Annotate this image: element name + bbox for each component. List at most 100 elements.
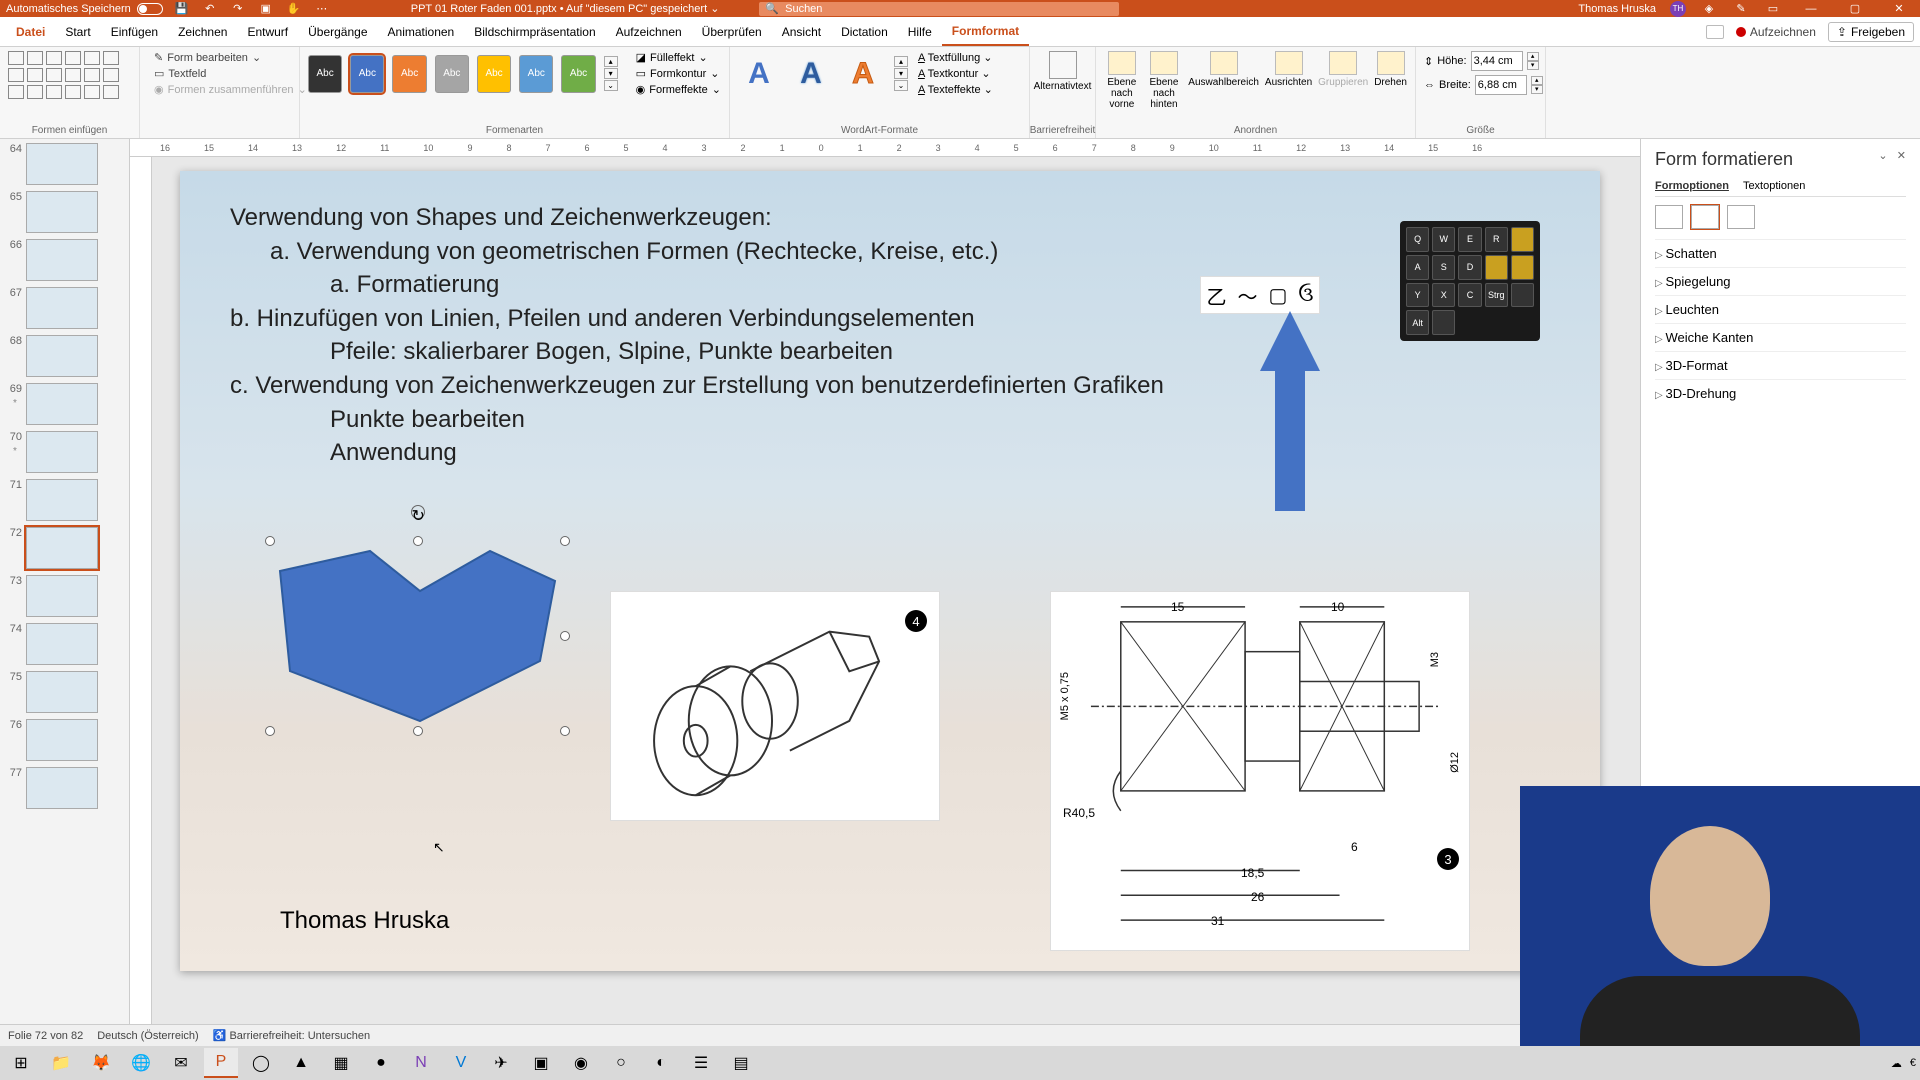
- tray-more[interactable]: €: [1910, 1057, 1916, 1069]
- user-avatar[interactable]: TH: [1670, 1, 1686, 17]
- telegram-icon[interactable]: ✈: [484, 1048, 518, 1078]
- user-name[interactable]: Thomas Hruska: [1578, 3, 1656, 15]
- search-box[interactable]: 🔍 Suchen: [759, 2, 1119, 16]
- tab-draw[interactable]: Zeichnen: [168, 17, 237, 46]
- diamond-icon[interactable]: ◈: [1700, 1, 1718, 17]
- resize-handle-tm[interactable]: [413, 536, 423, 546]
- vlc-icon[interactable]: ▲: [284, 1048, 318, 1078]
- resize-handle-bl[interactable]: [265, 726, 275, 736]
- arrow-shape[interactable]: [1260, 311, 1320, 511]
- align-button[interactable]: Ausrichten: [1265, 51, 1312, 110]
- tab-review[interactable]: Überprüfen: [692, 17, 772, 46]
- accessibility-status[interactable]: ♿ Barrierefreiheit: Untersuchen: [213, 1029, 370, 1042]
- slide-canvas[interactable]: Verwendung von Shapes und Zeichenwerkzeu…: [180, 171, 1600, 971]
- tab-design[interactable]: Entwurf: [237, 17, 298, 46]
- maximize-button[interactable]: ▢: [1840, 2, 1870, 15]
- share-button[interactable]: ⇪Freigeben: [1828, 22, 1914, 42]
- tab-transitions[interactable]: Übergänge: [298, 17, 377, 46]
- tab-start[interactable]: Start: [55, 17, 100, 46]
- pane-section[interactable]: Schatten: [1655, 239, 1906, 267]
- save-icon[interactable]: 💾: [173, 1, 191, 17]
- slide-counter[interactable]: Folie 72 von 82: [8, 1030, 83, 1042]
- app-icon[interactable]: ▤: [724, 1048, 758, 1078]
- slide-thumbnail[interactable]: [26, 191, 98, 233]
- style-preset-3[interactable]: Abc: [392, 55, 426, 93]
- tab-record[interactable]: Aufzeichnen: [606, 17, 692, 46]
- slide-thumbnails[interactable]: 6465666768697071727374757677: [0, 139, 130, 1039]
- tab-animations[interactable]: Animationen: [378, 17, 465, 46]
- slide-thumbnail[interactable]: [26, 335, 98, 377]
- pane-section[interactable]: 3D-Drehung: [1655, 379, 1906, 407]
- rotate-handle[interactable]: [411, 505, 425, 519]
- system-tray[interactable]: ☁ €: [1891, 1057, 1916, 1070]
- onenote-icon[interactable]: N: [404, 1048, 438, 1078]
- shape-effects-button[interactable]: ◉ Formeffekte ⌄: [636, 83, 721, 96]
- window-icon[interactable]: ▭: [1764, 1, 1782, 17]
- powerpoint-icon[interactable]: P: [204, 1048, 238, 1078]
- pane-section[interactable]: Weiche Kanten: [1655, 323, 1906, 351]
- resize-handle-bm[interactable]: [413, 726, 423, 736]
- slide-thumbnail[interactable]: [26, 575, 98, 617]
- slide-thumbnail[interactable]: [26, 671, 98, 713]
- app-icon[interactable]: ◐: [644, 1048, 678, 1078]
- tab-view[interactable]: Ansicht: [772, 17, 831, 46]
- style-preset-1[interactable]: Abc: [308, 55, 342, 93]
- wordart-preset-2[interactable]: A: [790, 54, 832, 94]
- explorer-icon[interactable]: 📁: [44, 1048, 78, 1078]
- tab-insert[interactable]: Einfügen: [101, 17, 168, 46]
- rotate-button[interactable]: Drehen: [1374, 51, 1407, 110]
- pane-tab-text[interactable]: Textoptionen: [1743, 180, 1805, 192]
- slide-thumbnail[interactable]: [26, 287, 98, 329]
- selected-freeform-shape[interactable]: [270, 541, 565, 731]
- qat-more-icon[interactable]: ⋯: [313, 1, 331, 17]
- autosave-toggle[interactable]: Automatisches Speichern: [6, 3, 163, 15]
- textbox-button[interactable]: ▭ Textfeld: [154, 67, 291, 80]
- slide-thumbnail[interactable]: [26, 383, 98, 425]
- slide-thumbnail[interactable]: [26, 767, 98, 809]
- edit-shape-button[interactable]: ✎ Form bearbeiten ⌄: [154, 51, 291, 64]
- tab-shapeformat[interactable]: Formformat: [942, 17, 1029, 46]
- app-icon[interactable]: V: [444, 1048, 478, 1078]
- style-scroll[interactable]: ▴▾⌄: [604, 56, 618, 91]
- shape-outline-button[interactable]: ▭ Formkontur ⌄: [636, 67, 721, 80]
- send-backward-button[interactable]: Ebene nach hinten: [1146, 51, 1183, 110]
- style-preset-6[interactable]: Abc: [519, 55, 553, 93]
- app-icon[interactable]: ▦: [324, 1048, 358, 1078]
- selection-pane-button[interactable]: Auswahlbereich: [1188, 51, 1259, 110]
- touch-icon[interactable]: ✋: [285, 1, 303, 17]
- wordart-scroll[interactable]: ▴▾⌄: [894, 56, 908, 91]
- slide-thumbnail[interactable]: [26, 623, 98, 665]
- slide-thumbnail[interactable]: [26, 143, 98, 185]
- width-spinner[interactable]: ▴▾: [1531, 76, 1543, 94]
- height-spinner[interactable]: ▴▾: [1527, 52, 1539, 70]
- app-icon[interactable]: ◉: [564, 1048, 598, 1078]
- pane-close-button[interactable]: ⌄ ✕: [1878, 149, 1906, 162]
- start-button[interactable]: ⊞: [4, 1048, 38, 1078]
- wordart-preset-1[interactable]: A: [738, 54, 780, 94]
- app-icon[interactable]: ☰: [684, 1048, 718, 1078]
- technical-drawing-ortho[interactable]: 3 15 10 M5 x 0,75 R40,5 18,5 26 31 6 M3 …: [1050, 591, 1470, 951]
- slide-thumbnail[interactable]: [26, 527, 98, 569]
- app-icon[interactable]: ●: [364, 1048, 398, 1078]
- bring-forward-button[interactable]: Ebene nach vorne: [1104, 51, 1140, 110]
- style-preset-4[interactable]: Abc: [435, 55, 469, 93]
- outlook-icon[interactable]: ✉: [164, 1048, 198, 1078]
- minimize-button[interactable]: —: [1796, 3, 1826, 15]
- alt-text-button[interactable]: Alternativtext: [1034, 51, 1092, 92]
- slide-thumbnail[interactable]: [26, 239, 98, 281]
- tab-file[interactable]: Datei: [6, 17, 55, 46]
- style-preset-5[interactable]: Abc: [477, 55, 511, 93]
- size-props-icon[interactable]: [1727, 205, 1755, 229]
- technical-drawing-iso[interactable]: 4: [610, 591, 940, 821]
- pane-section[interactable]: 3D-Format: [1655, 351, 1906, 379]
- height-input[interactable]: [1471, 51, 1523, 71]
- document-title[interactable]: PPT 01 Roter Faden 001.pptx • Auf "diese…: [411, 2, 720, 15]
- toggle-switch[interactable]: [137, 3, 163, 15]
- redo-icon[interactable]: ↷: [229, 1, 247, 17]
- tab-dictation[interactable]: Dictation: [831, 17, 898, 46]
- present-icon[interactable]: ▣: [257, 1, 275, 17]
- shape-fill-button[interactable]: ◪ Fülleffekt ⌄: [636, 51, 721, 64]
- resize-handle-mr[interactable]: [560, 631, 570, 641]
- cloud-icon[interactable]: ☁: [1891, 1057, 1902, 1070]
- app-icon[interactable]: ◯: [244, 1048, 278, 1078]
